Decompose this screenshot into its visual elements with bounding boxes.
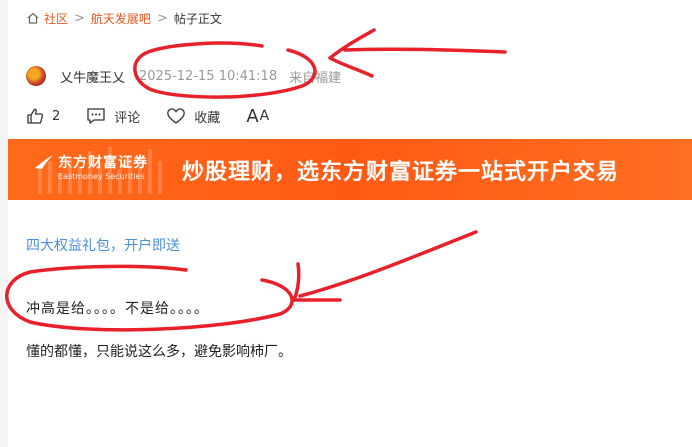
breadcrumb: 社区 > 航天发展吧 > 帖子正文 — [26, 9, 222, 27]
font-size-button[interactable]: AA — [246, 106, 270, 127]
post-paragraph: 冲高是给。。。。不是给。。。。 — [26, 301, 209, 317]
like-button[interactable]: 2 — [26, 107, 60, 125]
chevron-right-icon: > — [74, 10, 85, 26]
left-gutter — [0, 0, 8, 447]
comment-label: 评论 — [114, 110, 141, 126]
annotation-arrow-timestamp — [328, 28, 507, 78]
banner-slogan: 炒股理财，选东方财富证券一站式开户交易 — [182, 160, 620, 185]
post-meta: 乂牛魔王乂 2025-12-15 10:41:18 来自福建 — [26, 63, 341, 89]
ad-banner[interactable]: 东方财富证券 Eastmoney Securities 炒股理财，选东方财富证券… — [8, 139, 692, 200]
brand-logo: 东方财富证券 Eastmoney Securities — [34, 152, 148, 181]
breadcrumb-current: 帖子正文 — [173, 11, 222, 26]
brand-name-en: Eastmoney Securities — [58, 172, 145, 181]
post-paragraph: 懂的都懂，只能说这么多，避免影响柿厂。 — [26, 344, 292, 360]
post-location: 来自福建 — [289, 70, 342, 86]
avatar[interactable] — [26, 66, 46, 86]
breadcrumb-community[interactable]: 社区 — [44, 10, 68, 27]
favorite-label: 收藏 — [194, 110, 221, 126]
post-timestamp: 2025-12-15 10:41:18 — [139, 68, 278, 84]
brand-name-cn: 东方财富证券 — [58, 155, 148, 171]
heart-icon — [167, 108, 186, 124]
comment-button[interactable]: 评论 — [86, 107, 140, 126]
promo-link[interactable]: 四大权益礼包，开户即送 — [26, 235, 180, 255]
eastmoney-logo-icon — [35, 155, 53, 169]
chevron-right-icon: > — [156, 10, 168, 26]
breadcrumb-forum[interactable]: 航天发展吧 — [91, 10, 151, 27]
font-size-small: A — [259, 108, 271, 124]
annotation-arrow-post — [292, 230, 478, 302]
home-icon[interactable] — [26, 11, 40, 25]
comment-icon — [87, 108, 105, 124]
font-size-large: A — [246, 105, 260, 127]
thumbs-up-icon — [27, 108, 44, 124]
favorite-button[interactable]: 收藏 — [166, 107, 220, 126]
action-bar: 2 评论 收藏 AA — [26, 104, 290, 128]
like-count: 2 — [52, 108, 61, 124]
author-name[interactable]: 乂牛魔王乂 — [60, 67, 125, 86]
